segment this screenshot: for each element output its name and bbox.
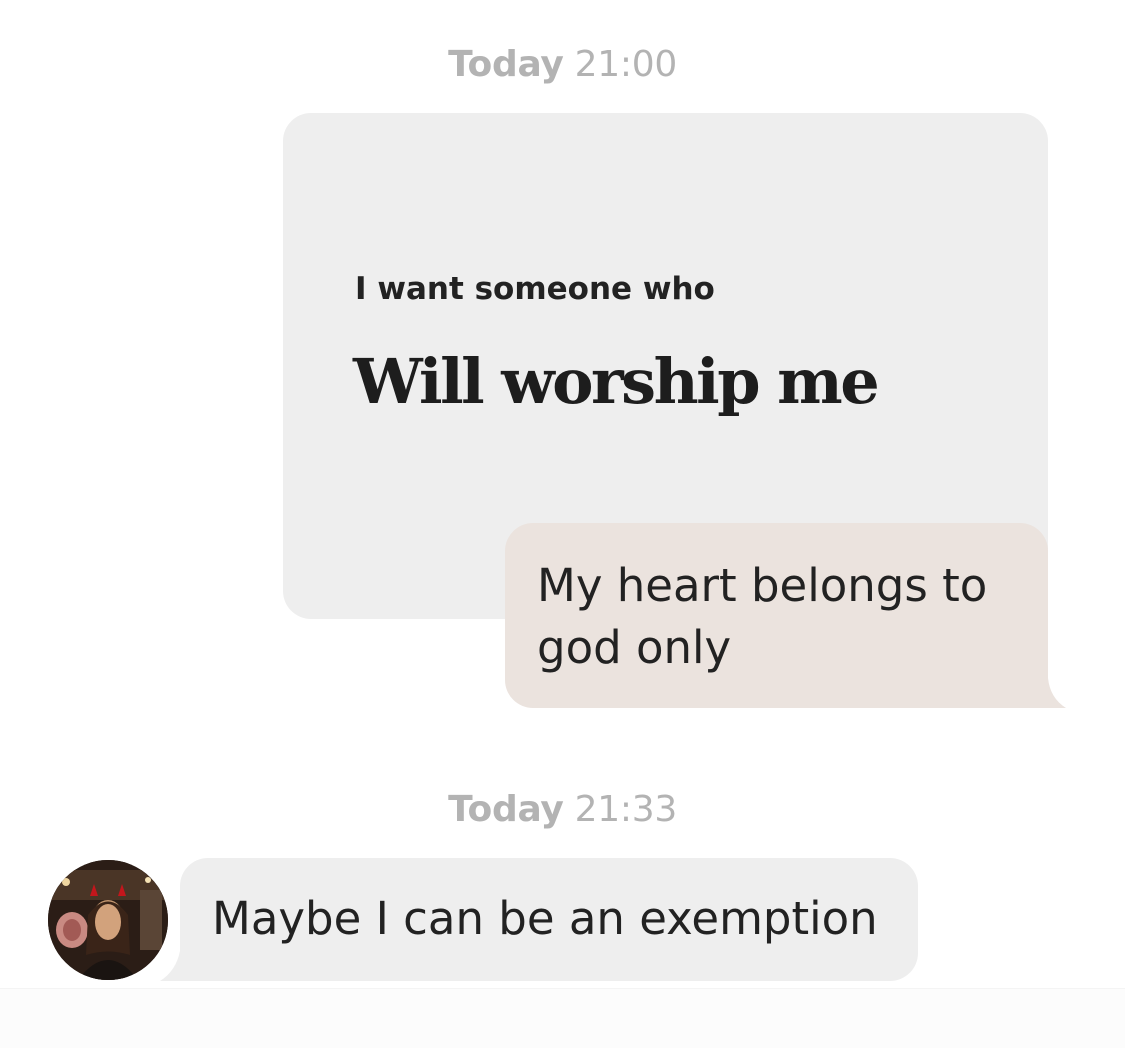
prompt-answer: Will worship me (353, 345, 880, 418)
timestamp-1: Today 21:00 (0, 44, 1125, 85)
prompt-question: I want someone who (355, 271, 715, 307)
timestamp-time: 21:33 (574, 789, 678, 830)
composer-bar (0, 988, 1125, 1048)
timestamp-day: Today (448, 789, 564, 830)
timestamp-day: Today (448, 44, 564, 85)
outgoing-message-bubble[interactable]: My heart belongs to god only (505, 523, 1048, 708)
profile-photo-icon (48, 860, 168, 980)
incoming-message-bubble[interactable]: Maybe I can be an exemption (180, 858, 918, 981)
timestamp-2: Today 21:33 (0, 789, 1125, 830)
timestamp-time: 21:00 (574, 44, 678, 85)
avatar[interactable] (48, 860, 168, 980)
